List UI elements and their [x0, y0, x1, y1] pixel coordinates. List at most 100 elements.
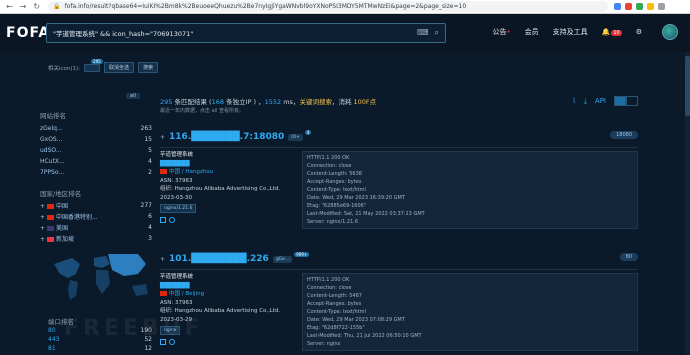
port-rank-name: 443 — [48, 336, 60, 343]
site-rank-count: 4 — [148, 158, 152, 165]
notification-bell[interactable]: 🔔 10 — [602, 28, 622, 36]
banner-line: Etag: "62885e69-1606" — [307, 203, 367, 209]
region-rank-item[interactable]: + 新加坡 3 — [40, 233, 152, 244]
cert-icon[interactable] — [160, 217, 166, 223]
expand-icon[interactable]: + — [160, 134, 165, 141]
nav-membership[interactable]: 会员 — [525, 27, 539, 37]
nav-announcement[interactable]: 公告• — [492, 27, 510, 37]
search-related-button[interactable]: 搜索 — [138, 62, 159, 73]
site-rank-title: 网站排名 — [40, 112, 66, 120]
result-card: + 116.███████.7:18080 IO+ 4 18080 芋道管理系统… — [160, 129, 638, 229]
search-input[interactable]: "芋道管理系统" && icon_hash="706913071" ⌨ ⌕ — [46, 23, 446, 43]
settings-icon[interactable] — [169, 217, 175, 223]
banner-line: Accept-Ranges: bytes — [307, 179, 362, 185]
site-rank-name: 7PPSo... — [40, 169, 65, 176]
forward-arrow-icon[interactable]: → — [20, 2, 27, 11]
blurred-domain: ███████ — [160, 160, 190, 167]
response-banner: HTTP/1.1 200 OK Connection: close Content-… — [302, 151, 638, 229]
site-rank-item[interactable]: udSO... 5 — [40, 145, 152, 156]
chart-view-icon[interactable] — [626, 96, 638, 106]
site-rank-name: zGelq... — [40, 125, 63, 132]
page-scrollbar[interactable] — [685, 52, 690, 355]
divider — [160, 269, 638, 270]
related-icon-label: 相关icon(1): — [48, 65, 81, 72]
scrollbar-thumb[interactable] — [685, 56, 690, 116]
extension-icon[interactable] — [658, 3, 666, 10]
download-icon[interactable]: ⤓ — [584, 97, 587, 106]
fofa-logo[interactable]: FOFA — [6, 25, 50, 41]
region-rank-item[interactable]: + 中国香港特别... 6 — [40, 211, 152, 222]
port-pill[interactable]: 80 — [619, 253, 638, 261]
result-summary: 295 条匹配结果 (168 条独立IP ) ，1552 ms，关键词搜索，消耗… — [160, 96, 376, 106]
site-rank-item[interactable]: HCutX... 4 — [40, 156, 152, 167]
expand-icon[interactable]: + — [40, 225, 47, 232]
region-rank-list: + 中国 277 + 中国香港特别... 6 + 美国 4 + 新加坡 3 — [40, 200, 152, 244]
address-bar[interactable]: 🔒 fofa.info/result?qbase64=IuiKI%2Bm8k%2… — [48, 1, 609, 12]
result-card: + 101.████████.226 gGe... 999+ 80 芋道管理系统… — [160, 251, 638, 351]
extension-icon[interactable] — [647, 3, 655, 10]
banner-line: Connection: close — [307, 285, 352, 291]
site-rank-name: udSO... — [40, 147, 62, 154]
list-view-icon[interactable] — [614, 96, 626, 106]
site-rank-list: zGelq... 263 GxOS... 15 udSO... 5 HCutX... 4 7PP… — [40, 123, 152, 178]
banner-line: Etag: "62d8f722-155b" — [307, 325, 365, 331]
user-avatar[interactable] — [662, 24, 678, 40]
api-button[interactable]: API — [595, 97, 606, 105]
flag-icon — [46, 215, 54, 220]
china-flag-icon — [160, 291, 167, 296]
reload-icon[interactable]: ↻ — [33, 2, 40, 11]
region-rank-label: + 美国 — [40, 223, 68, 232]
server-tag[interactable]: nginx/1.21.6 — [160, 204, 197, 213]
cancel-select-button[interactable]: 取消全选 — [104, 62, 135, 73]
location[interactable]: 中国 / Beijing — [160, 290, 300, 299]
site-rank-item[interactable]: 7PPSo... 2 — [40, 167, 152, 178]
region-rank-count: 4 — [148, 224, 152, 231]
back-arrow-icon[interactable]: ← — [6, 2, 13, 11]
china-flag-icon — [160, 169, 167, 174]
site-rank-item[interactable]: GxOS... 15 — [40, 134, 152, 145]
summary-subtext: 最近一年内数据，点击 all 查看所有。 — [160, 108, 245, 114]
related-icon-thumb[interactable]: 295 — [84, 58, 103, 72]
expand-icon[interactable]: + — [40, 236, 47, 243]
result-host[interactable]: 116.███████.7:18080 — [169, 132, 284, 142]
port-rank-item[interactable]: 81 12 — [48, 344, 152, 353]
trend-icon[interactable]: ⌇ — [572, 97, 575, 105]
org: 组织: Hangzhou Alibaba Advertising Co.,Ltd… — [160, 308, 281, 314]
asn: ASN: 37963 — [160, 299, 193, 306]
port-pill[interactable]: 18080 — [610, 131, 638, 139]
result-host[interactable]: 101.████████.226 — [169, 254, 269, 264]
location[interactable]: 中国 / Hangzhou — [160, 168, 300, 177]
search-mode[interactable]: 关键词搜索 — [299, 98, 332, 106]
site-rank-count: 5 — [148, 147, 152, 154]
tag-badge[interactable]: IO+ — [288, 133, 303, 141]
keyboard-icon[interactable]: ⌨ — [417, 28, 429, 38]
browser-nav: ← → ↻ — [0, 2, 40, 11]
site-title: 芋道管理系统 — [160, 274, 194, 280]
region-rank-item[interactable]: + 美国 4 — [40, 222, 152, 233]
tag-badge[interactable]: gGe... — [272, 255, 293, 263]
expand-icon[interactable]: + — [40, 203, 47, 210]
related-icon-row: 相关icon(1): 295 取消全选 搜索 — [48, 58, 159, 73]
site-rank-item[interactable]: zGelq... 263 — [40, 123, 152, 134]
result-count: 295 — [160, 98, 173, 106]
result-header: + 101.████████.226 gGe... 999+ — [160, 251, 638, 265]
search-icon[interactable]: ⌕ — [435, 28, 439, 38]
extension-icon[interactable] — [614, 3, 622, 10]
extension-icon[interactable] — [625, 3, 633, 10]
banner-line: Server: nginx — [307, 341, 341, 347]
region-rank-count: 277 — [140, 202, 152, 209]
region-rank-item[interactable]: + 中国 277 — [40, 200, 152, 211]
expand-icon[interactable]: + — [160, 256, 165, 263]
banner-line: Content-Length: 5467 — [307, 293, 362, 299]
world-map[interactable] — [46, 244, 156, 306]
unique-ip-count: 168 — [211, 98, 225, 106]
language-icon[interactable]: ⚙ — [636, 28, 642, 36]
banner-line: Accept-Ranges: bytes — [307, 301, 362, 307]
date: 2023-03-30 — [160, 194, 192, 201]
all-button[interactable]: all — [126, 93, 140, 99]
extension-icon[interactable] — [636, 3, 644, 10]
region-rank-name: 新加坡 — [55, 236, 74, 243]
view-toggle[interactable] — [614, 96, 638, 106]
nav-tools[interactable]: 支持及工具 — [553, 27, 588, 37]
expand-icon[interactable]: + — [40, 214, 47, 221]
